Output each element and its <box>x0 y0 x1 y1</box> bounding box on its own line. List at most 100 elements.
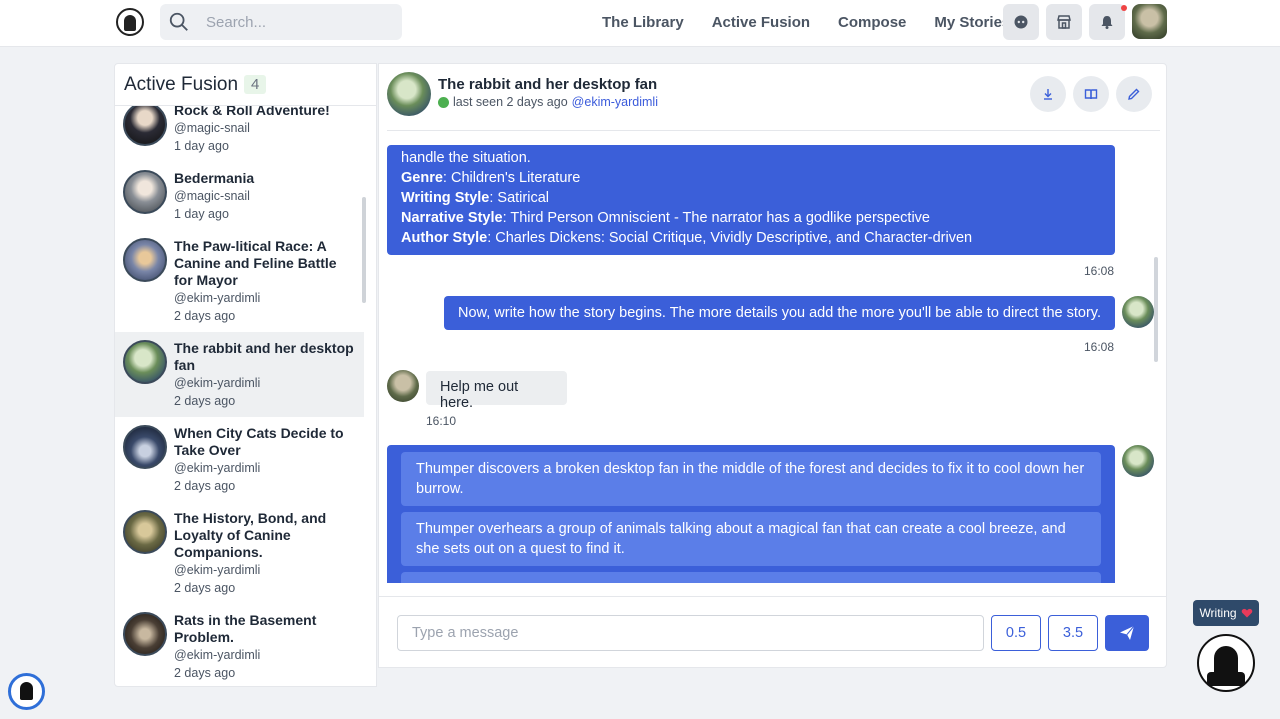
story-setup-message: handle the situation. Genre: Children's … <box>387 145 1115 255</box>
story-time: 1 day ago <box>174 139 229 153</box>
book-icon <box>1084 89 1098 100</box>
writing-style-value: : Satirical <box>489 190 549 206</box>
message-time: 16:08 <box>1084 264 1115 278</box>
story-time: 2 days ago <box>174 666 236 680</box>
story-option[interactable]: Thumper overhears a group of animals tal… <box>401 512 1101 566</box>
bot-message: Now, write how the story begins. The mor… <box>444 296 1115 330</box>
author-style-value: : Charles Dickens: Social Critique, Vivi… <box>487 230 973 246</box>
setup-genre: Genre: Children's Literature <box>401 168 1101 188</box>
sidebar-count-badge: 4 <box>244 75 267 94</box>
story-title: The Paw-litical Race: A Canine and Felin… <box>174 238 337 288</box>
nav-link-active-fusion[interactable]: Active Fusion <box>712 14 810 31</box>
story-title: Bedermania <box>174 170 255 186</box>
writing-status-badge[interactable]: Writing <box>1193 600 1259 626</box>
story-avatar <box>123 238 167 282</box>
list-item[interactable]: Bedermania @magic-snail 1 day ago <box>115 162 364 230</box>
user-avatar[interactable] <box>1132 4 1167 39</box>
list-item[interactable]: When City Cats Decide to Take Over @ekim… <box>115 417 364 502</box>
story-time: 2 days ago <box>174 394 236 408</box>
story-author: @ekim-yardimli <box>174 648 261 662</box>
online-status-dot <box>438 96 449 108</box>
narrative-style-value: : Third Person Omniscient - The narrator… <box>502 210 930 226</box>
message-composer: 0.5 3.5 <box>379 596 1166 668</box>
discord-button[interactable] <box>1003 4 1039 40</box>
author-style-label: Author Style <box>401 230 488 246</box>
story-list[interactable]: Rock & Roll Adventure! @magic-snail 1 da… <box>115 106 376 686</box>
chat-title: The rabbit and her desktop fan <box>438 76 658 93</box>
user-message: Help me out here. <box>426 371 567 411</box>
search-bar[interactable] <box>160 4 402 40</box>
message-list[interactable]: handle the situation. Genre: Children's … <box>387 145 1160 583</box>
read-book-button[interactable] <box>1073 76 1109 112</box>
notification-dot <box>1121 5 1127 11</box>
nav-link-library[interactable]: The Library <box>602 14 684 31</box>
chat-status: last seen 2 days ago @ekim-yardimli <box>438 95 658 109</box>
assistant-mascot[interactable] <box>1197 634 1255 692</box>
sidebar-header: Active Fusion 4 <box>115 64 376 106</box>
bot-avatar <box>1122 296 1154 328</box>
story-avatar <box>123 340 167 384</box>
download-icon <box>1044 89 1052 100</box>
story-author: @magic-snail <box>174 189 250 203</box>
genre-label: Genre <box>401 170 443 186</box>
story-avatar <box>123 510 167 554</box>
list-item[interactable]: Rats in the Basement Problem. @ekim-yard… <box>115 604 364 686</box>
story-title: Rats in the Basement Problem. <box>174 612 317 645</box>
download-button[interactable] <box>1030 76 1066 112</box>
store-button[interactable] <box>1046 4 1082 40</box>
sidebar-scrollbar[interactable] <box>362 197 366 303</box>
story-author: @ekim-yardimli <box>174 376 261 390</box>
story-author: @ekim-yardimli <box>174 291 261 305</box>
user-avatar-small <box>387 370 419 402</box>
story-option[interactable]: Thumper discovers a broken desktop fan i… <box>401 452 1101 506</box>
chat-author-handle[interactable]: @ekim-yardimli <box>572 95 658 109</box>
writing-style-label: Writing Style <box>401 190 490 206</box>
pencil-icon <box>1128 88 1140 100</box>
search-icon <box>169 12 188 31</box>
chat-avatar[interactable] <box>387 72 431 116</box>
writing-badge-label: Writing <box>1199 606 1237 620</box>
story-option[interactable] <box>401 572 1101 583</box>
chat-scrollbar[interactable] <box>1154 257 1158 362</box>
edit-button[interactable] <box>1116 76 1152 112</box>
model-version-button[interactable]: 3.5 <box>1048 615 1098 651</box>
setup-author-style: Author Style: Charles Dickens: Social Cr… <box>401 228 1101 248</box>
list-item-active[interactable]: The rabbit and her desktop fan @ekim-yar… <box>115 332 364 417</box>
nav-link-my-stories[interactable]: My Stories <box>934 14 1010 31</box>
corner-logo-button[interactable] <box>8 673 45 710</box>
list-item[interactable]: The Paw-litical Race: A Canine and Felin… <box>115 230 364 332</box>
story-sidebar: Active Fusion 4 Rock & Roll Adventure! @… <box>114 63 377 687</box>
story-avatar <box>123 612 167 656</box>
narrative-style-label: Narrative Style <box>401 210 503 226</box>
story-title: Rock & Roll Adventure! <box>174 106 330 118</box>
list-item[interactable]: The History, Bond, and Loyalty of Canine… <box>115 502 364 604</box>
temperature-button[interactable]: 0.5 <box>991 615 1041 651</box>
message-input[interactable] <box>397 615 984 651</box>
story-options-message: Thumper discovers a broken desktop fan i… <box>387 445 1115 583</box>
notifications-button[interactable] <box>1089 4 1125 40</box>
story-time: 2 days ago <box>174 479 236 493</box>
list-item[interactable]: Rock & Roll Adventure! @magic-snail 1 da… <box>115 106 364 162</box>
story-avatar <box>123 106 167 146</box>
last-seen-text: last seen 2 days ago <box>453 95 568 109</box>
setup-intro-text: handle the situation. <box>401 150 531 166</box>
chat-panel: The rabbit and her desktop fan last seen… <box>378 63 1167 668</box>
site-logo[interactable] <box>116 8 144 36</box>
send-icon <box>1120 625 1135 640</box>
message-time: 16:08 <box>1084 340 1115 354</box>
setup-narrative-style: Narrative Style: Third Person Omniscient… <box>401 208 1101 228</box>
story-time: 2 days ago <box>174 581 236 595</box>
story-author: @magic-snail <box>174 121 250 135</box>
send-button[interactable] <box>1105 615 1149 651</box>
chat-header: The rabbit and her desktop fan last seen… <box>387 64 1160 131</box>
discord-icon <box>1014 15 1028 29</box>
bot-avatar <box>1122 445 1154 477</box>
story-title: When City Cats Decide to Take Over <box>174 425 344 458</box>
story-title: The rabbit and her desktop fan <box>174 340 354 373</box>
sidebar-title: Active Fusion <box>124 73 239 95</box>
nav-link-compose[interactable]: Compose <box>838 14 906 31</box>
setup-writing-style: Writing Style: Satirical <box>401 188 1101 208</box>
top-navbar: The Library Active Fusion Compose My Sto… <box>0 0 1280 47</box>
search-input[interactable] <box>206 13 386 31</box>
story-author: @ekim-yardimli <box>174 563 261 577</box>
